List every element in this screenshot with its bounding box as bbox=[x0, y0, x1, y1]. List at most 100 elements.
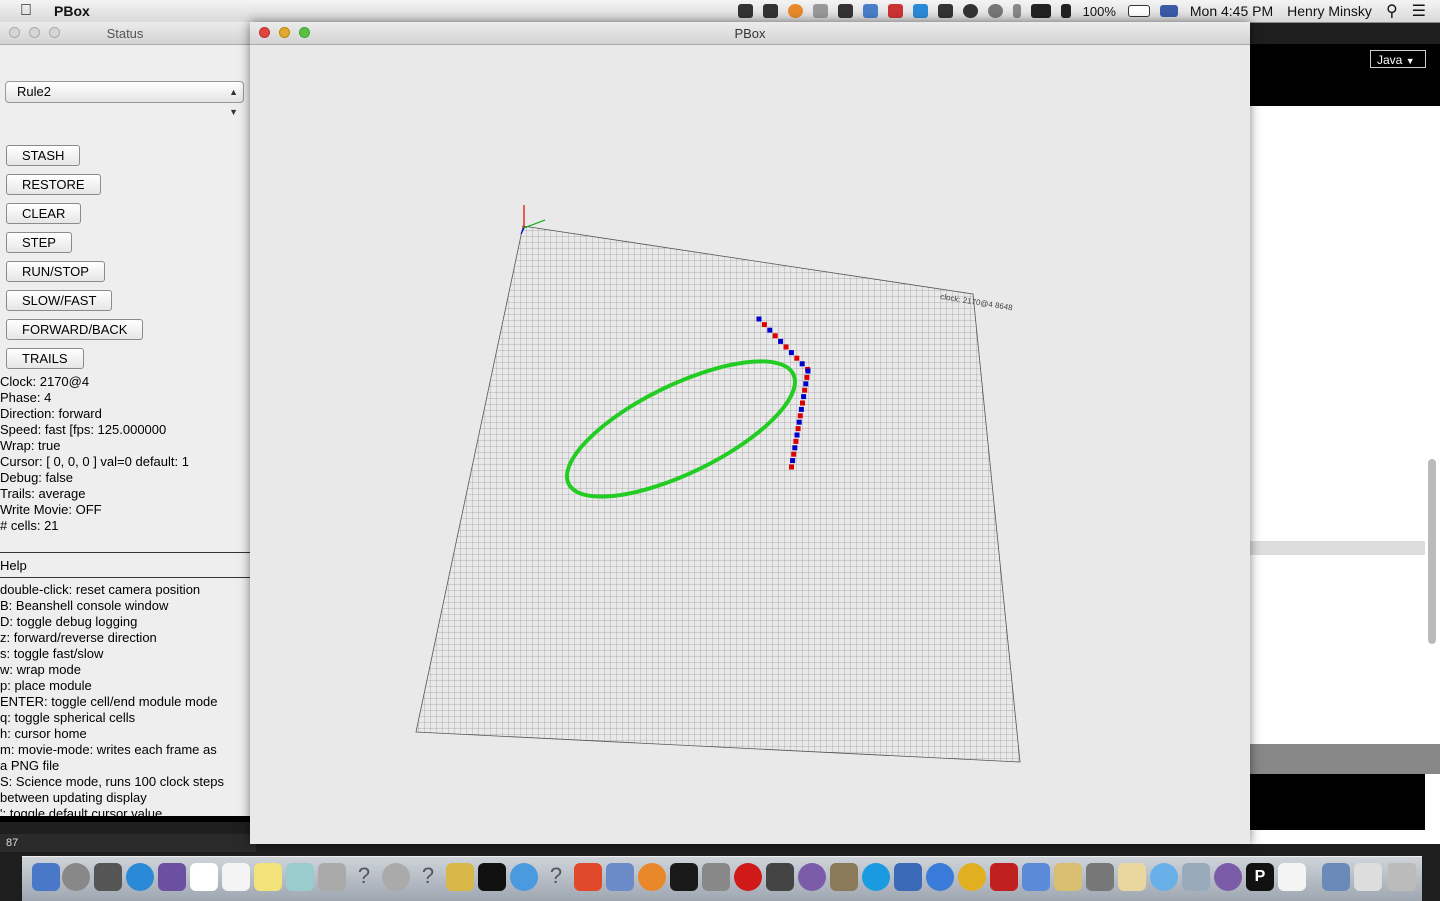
xcode-icon[interactable] bbox=[1022, 863, 1050, 891]
calendar-icon[interactable] bbox=[190, 863, 218, 891]
unknown-app-icon[interactable]: ? bbox=[350, 863, 378, 891]
module-cell bbox=[797, 413, 803, 419]
documents-folder-icon[interactable] bbox=[1354, 863, 1382, 891]
unknown-app-icon[interactable]: ? bbox=[414, 863, 442, 891]
unknown-app-icon[interactable]: ? bbox=[542, 863, 570, 891]
tray-check-icon[interactable] bbox=[737, 4, 753, 18]
emacs-icon[interactable] bbox=[158, 863, 186, 891]
itunes-icon[interactable] bbox=[926, 863, 954, 891]
module-cell bbox=[800, 400, 805, 406]
pbox-dock-icon[interactable]: P bbox=[1246, 863, 1274, 891]
background-app-toolbar: Java ▼ bbox=[1250, 44, 1440, 106]
rule-select-value: Rule2 bbox=[17, 84, 51, 99]
pbox-titlebar[interactable]: PBox bbox=[250, 22, 1250, 45]
menubar-clock[interactable]: Mon 4:45 PM bbox=[1190, 3, 1273, 19]
database-icon[interactable] bbox=[1054, 863, 1082, 891]
apple-menu-icon[interactable]:  bbox=[20, 2, 38, 20]
chess-icon[interactable] bbox=[830, 863, 858, 891]
module-cell bbox=[804, 374, 810, 380]
tor-browser-icon[interactable] bbox=[1214, 863, 1242, 891]
cyberduck-icon[interactable] bbox=[446, 863, 474, 891]
messages-icon[interactable] bbox=[1150, 863, 1178, 891]
ibooks-icon[interactable] bbox=[638, 863, 666, 891]
tray-stats-icon[interactable] bbox=[887, 4, 903, 18]
battery-percent[interactable]: 100% bbox=[1083, 4, 1116, 19]
app-store-icon[interactable] bbox=[126, 863, 154, 891]
clear-button[interactable]: CLEAR bbox=[6, 203, 82, 224]
help-line: z: forward/reverse direction bbox=[0, 630, 157, 645]
help-divider bbox=[0, 577, 250, 578]
system-preferences-icon[interactable] bbox=[702, 863, 730, 891]
module-cell bbox=[798, 406, 804, 412]
accessibility-icon[interactable] bbox=[962, 4, 978, 18]
disk-utility-icon[interactable] bbox=[1086, 863, 1114, 891]
module-cell bbox=[761, 322, 767, 328]
stash-button[interactable]: STASH bbox=[6, 145, 81, 166]
run-stop-button[interactable]: RUN/STOP bbox=[6, 261, 105, 282]
system-monitor-icon[interactable] bbox=[94, 863, 122, 891]
tray-memory-icon[interactable] bbox=[937, 4, 953, 18]
xmind-icon[interactable] bbox=[574, 863, 602, 891]
status-titlebar[interactable]: Status bbox=[0, 22, 250, 45]
restore-button[interactable]: RESTORE bbox=[6, 174, 101, 195]
tray-dropbox-icon[interactable] bbox=[912, 4, 928, 18]
tray-box-icon[interactable] bbox=[862, 4, 878, 18]
trash-icon[interactable] bbox=[1388, 863, 1416, 891]
tray-bell-icon[interactable] bbox=[762, 4, 778, 18]
notes-icon[interactable] bbox=[222, 863, 250, 891]
chrome-icon[interactable] bbox=[958, 863, 986, 891]
java-icon[interactable] bbox=[1278, 863, 1306, 891]
facetime-icon[interactable] bbox=[382, 863, 410, 891]
notification-center-icon[interactable]: ☰ bbox=[1412, 1, 1426, 21]
3d-viewport[interactable]: clock: 2170@4 8648 bbox=[250, 44, 1250, 844]
info-speed: Speed: fast [fps: 125.000000 bbox=[0, 422, 167, 437]
editor-icon[interactable] bbox=[606, 863, 634, 891]
tray-sync-icon[interactable] bbox=[787, 4, 803, 18]
dashboard-icon[interactable] bbox=[894, 863, 922, 891]
screen-sharing-icon[interactable] bbox=[766, 863, 794, 891]
tray-home-icon[interactable] bbox=[812, 4, 828, 18]
module-cell bbox=[791, 451, 797, 457]
battery-icon[interactable] bbox=[1127, 5, 1150, 17]
pbox-window: PBox clock: 2170@4 8648 bbox=[250, 22, 1250, 844]
skype-icon[interactable] bbox=[862, 863, 890, 891]
automator-icon[interactable] bbox=[318, 863, 346, 891]
tor-icon[interactable] bbox=[798, 863, 826, 891]
stickies-icon[interactable] bbox=[254, 863, 282, 891]
forward-back-button[interactable]: FORWARD/BACK bbox=[6, 319, 144, 340]
tray-pinwheel-icon[interactable] bbox=[837, 4, 853, 18]
time-machine-icon[interactable] bbox=[987, 4, 1003, 18]
help-line: q: toggle spherical cells bbox=[0, 710, 136, 725]
module-cell bbox=[801, 394, 807, 400]
tools-icon[interactable] bbox=[1182, 863, 1210, 891]
cell-grid bbox=[415, 225, 1021, 763]
opera-icon[interactable] bbox=[734, 863, 762, 891]
bluetooth-icon[interactable] bbox=[1012, 4, 1021, 18]
activity-monitor-icon[interactable] bbox=[670, 863, 698, 891]
slow-fast-button[interactable]: SLOW/FAST bbox=[6, 290, 113, 311]
language-select[interactable]: Java ▼ bbox=[1370, 50, 1426, 68]
safari-icon[interactable] bbox=[510, 863, 538, 891]
step-button[interactable]: STEP bbox=[6, 232, 72, 253]
finder-icon[interactable] bbox=[32, 863, 60, 891]
photo-booth-icon[interactable] bbox=[990, 863, 1018, 891]
us-flag-icon[interactable] bbox=[1159, 5, 1178, 17]
applications-folder-icon[interactable] bbox=[1322, 863, 1350, 891]
module-cell bbox=[778, 338, 784, 344]
launchpad-icon[interactable] bbox=[62, 863, 90, 891]
module-cell bbox=[794, 432, 800, 438]
terminal-icon[interactable] bbox=[478, 863, 506, 891]
trails-button[interactable]: TRAILS bbox=[6, 348, 84, 369]
rule-select[interactable]: Rule2 ▲ ▼ bbox=[5, 81, 244, 117]
wifi-icon[interactable] bbox=[1030, 4, 1051, 18]
pbox-window-title: PBox bbox=[734, 26, 766, 41]
app-menu-name[interactable]: PBox bbox=[54, 3, 90, 19]
background-scrollbar[interactable] bbox=[1428, 459, 1436, 644]
spotlight-search-icon[interactable]: ⚲ bbox=[1386, 1, 1398, 21]
help-line: w: wrap mode bbox=[0, 662, 81, 677]
preview-icon[interactable] bbox=[286, 863, 314, 891]
help-line: B: Beanshell console window bbox=[0, 598, 169, 613]
volume-icon[interactable] bbox=[1060, 4, 1071, 18]
menubar-user[interactable]: Henry Minsky bbox=[1287, 3, 1372, 19]
textedit-icon[interactable] bbox=[1118, 863, 1146, 891]
